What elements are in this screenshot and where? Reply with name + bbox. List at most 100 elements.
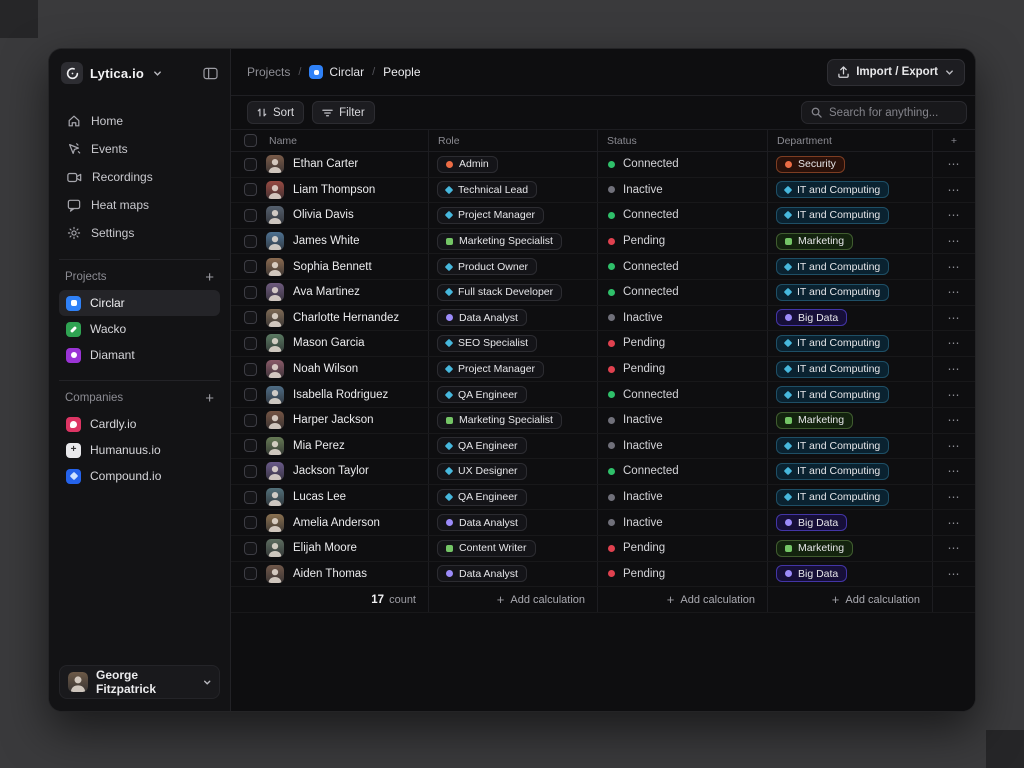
add-calculation-button[interactable]: +Add calculation <box>667 592 755 607</box>
row-actions-button[interactable]: ⋯ <box>933 562 975 587</box>
table-row[interactable]: Liam ThompsonTechnical LeadInactiveIT an… <box>231 178 975 204</box>
row-checkbox[interactable] <box>244 286 257 299</box>
add-calculation-button[interactable]: +Add calculation <box>497 592 585 607</box>
events-icon <box>67 142 81 156</box>
row-actions-button[interactable]: ⋯ <box>933 178 975 203</box>
cell-role: Project Manager <box>429 203 598 228</box>
row-actions-button[interactable]: ⋯ <box>933 434 975 459</box>
avatar <box>266 539 284 557</box>
table-row[interactable]: Noah WilsonProject ManagerPendingIT and … <box>231 357 975 383</box>
row-checkbox[interactable] <box>244 439 257 452</box>
import-export-button[interactable]: Import / Export <box>827 59 965 86</box>
row-checkbox[interactable] <box>244 516 257 529</box>
add-column-button[interactable]: + <box>933 130 975 151</box>
row-checkbox[interactable] <box>244 158 257 171</box>
table-row[interactable]: Olivia DavisProject ManagerConnectedIT a… <box>231 203 975 229</box>
role-label: Full stack Developer <box>458 286 553 298</box>
cell-status: Inactive <box>598 510 768 535</box>
row-checkbox[interactable] <box>244 542 257 555</box>
search-box[interactable] <box>801 101 967 124</box>
row-checkbox[interactable] <box>244 567 257 580</box>
table-row[interactable]: Mia PerezQA EngineerInactiveIT and Compu… <box>231 434 975 460</box>
sidebar-item-circlar[interactable]: Circlar <box>59 290 220 316</box>
sidebar-item-humanuus-io[interactable]: +Humanuus.io <box>59 437 220 463</box>
filter-button[interactable]: Filter <box>312 101 375 124</box>
row-actions-button[interactable]: ⋯ <box>933 510 975 535</box>
row-checkbox[interactable] <box>244 388 257 401</box>
table-row[interactable]: Elijah MooreContent WriterPendingMarketi… <box>231 536 975 562</box>
add-projects-button[interactable]: + <box>205 270 214 285</box>
status-dot-icon <box>608 289 615 296</box>
breadcrumb-item-people[interactable]: People <box>383 65 420 79</box>
row-checkbox[interactable] <box>244 209 257 222</box>
row-checkbox[interactable] <box>244 491 257 504</box>
row-checkbox[interactable] <box>244 183 257 196</box>
sidebar-nav: HomeEventsRecordingsHeat mapsSettings <box>59 107 220 247</box>
row-actions-button[interactable]: ⋯ <box>933 152 975 177</box>
row-checkbox[interactable] <box>244 465 257 478</box>
row-actions-button[interactable]: ⋯ <box>933 485 975 510</box>
row-actions-button[interactable]: ⋯ <box>933 280 975 305</box>
status-label: Connected <box>623 261 679 273</box>
row-actions-button[interactable]: ⋯ <box>933 408 975 433</box>
person-name: Aiden Thomas <box>293 568 367 580</box>
table-row[interactable]: Lucas LeeQA EngineerInactiveIT and Compu… <box>231 485 975 511</box>
table-row[interactable]: Harper JacksonMarketing SpecialistInacti… <box>231 408 975 434</box>
sidebar-item-compound-io[interactable]: Compound.io <box>59 463 220 489</box>
sidebar-item-recordings[interactable]: Recordings <box>59 163 220 191</box>
user-menu[interactable]: George Fitzpatrick <box>59 665 220 699</box>
cell-role: QA Engineer <box>429 434 598 459</box>
add-calculation-button[interactable]: +Add calculation <box>832 592 920 607</box>
row-actions-button[interactable]: ⋯ <box>933 357 975 382</box>
table-row[interactable]: Aiden ThomasData AnalystPendingBig Data⋯ <box>231 562 975 588</box>
table-row[interactable]: Jackson TaylorUX DesignerConnectedIT and… <box>231 459 975 485</box>
row-actions-button[interactable]: ⋯ <box>933 536 975 561</box>
status-dot-icon <box>608 212 615 219</box>
sidebar-item-cardly-io[interactable]: Cardly.io <box>59 411 220 437</box>
row-checkbox[interactable] <box>244 363 257 376</box>
select-all-checkbox[interactable] <box>244 134 257 147</box>
table-row[interactable]: Mason GarciaSEO SpecialistPendingIT and … <box>231 331 975 357</box>
breadcrumb-label: Projects <box>247 65 290 79</box>
breadcrumb-item-projects[interactable]: Projects <box>247 65 290 79</box>
sidebar-item-home[interactable]: Home <box>59 107 220 135</box>
add-companies-button[interactable]: + <box>205 391 214 406</box>
row-checkbox[interactable] <box>244 414 257 427</box>
row-actions-button[interactable]: ⋯ <box>933 203 975 228</box>
table-row[interactable]: Isabella RodriguezQA EngineerConnectedIT… <box>231 382 975 408</box>
role-label: Data Analyst <box>459 568 518 580</box>
row-actions-button[interactable]: ⋯ <box>933 229 975 254</box>
row-actions-button[interactable]: ⋯ <box>933 306 975 331</box>
row-actions-button[interactable]: ⋯ <box>933 459 975 484</box>
table-row[interactable]: Sophia BennettProduct OwnerConnectedIT a… <box>231 254 975 280</box>
sidebar-item-settings[interactable]: Settings <box>59 219 220 247</box>
sidebar-item-wacko[interactable]: Wacko <box>59 316 220 342</box>
row-checkbox[interactable] <box>244 260 257 273</box>
row-checkbox[interactable] <box>244 311 257 324</box>
search-input[interactable] <box>829 107 957 119</box>
person-name: Harper Jackson <box>293 414 374 426</box>
sidebar-item-heat-maps[interactable]: Heat maps <box>59 191 220 219</box>
row-actions-button[interactable]: ⋯ <box>933 331 975 356</box>
sidebar-sections: Projects+CirclarWackoDiamantCompanies+Ca… <box>59 247 220 489</box>
sidebar-toggle-icon[interactable] <box>203 67 218 80</box>
sort-button[interactable]: Sort <box>247 101 304 124</box>
row-actions-button[interactable]: ⋯ <box>933 254 975 279</box>
table-row[interactable]: Amelia AndersonData AnalystInactiveBig D… <box>231 510 975 536</box>
table-row[interactable]: James WhiteMarketing SpecialistPendingMa… <box>231 229 975 255</box>
sidebar-item-events[interactable]: Events <box>59 135 220 163</box>
status-dot-icon <box>608 545 615 552</box>
breadcrumb-item-circlar[interactable]: Circlar <box>309 65 364 79</box>
row-checkbox[interactable] <box>244 235 257 248</box>
avatar <box>266 206 284 224</box>
row-actions-button[interactable]: ⋯ <box>933 382 975 407</box>
workspace-chevron-down-icon[interactable] <box>153 69 162 78</box>
row-checkbox[interactable] <box>244 337 257 350</box>
sidebar-item-diamant[interactable]: Diamant <box>59 342 220 368</box>
status-dot-icon <box>608 238 615 245</box>
diamond-shape-icon <box>445 211 453 219</box>
avatar <box>266 258 284 276</box>
table-row[interactable]: Charlotte HernandezData AnalystInactiveB… <box>231 306 975 332</box>
table-row[interactable]: Ethan CarterAdminConnectedSecurity⋯ <box>231 152 975 178</box>
table-row[interactable]: Ava MartinezFull stack DeveloperConnecte… <box>231 280 975 306</box>
